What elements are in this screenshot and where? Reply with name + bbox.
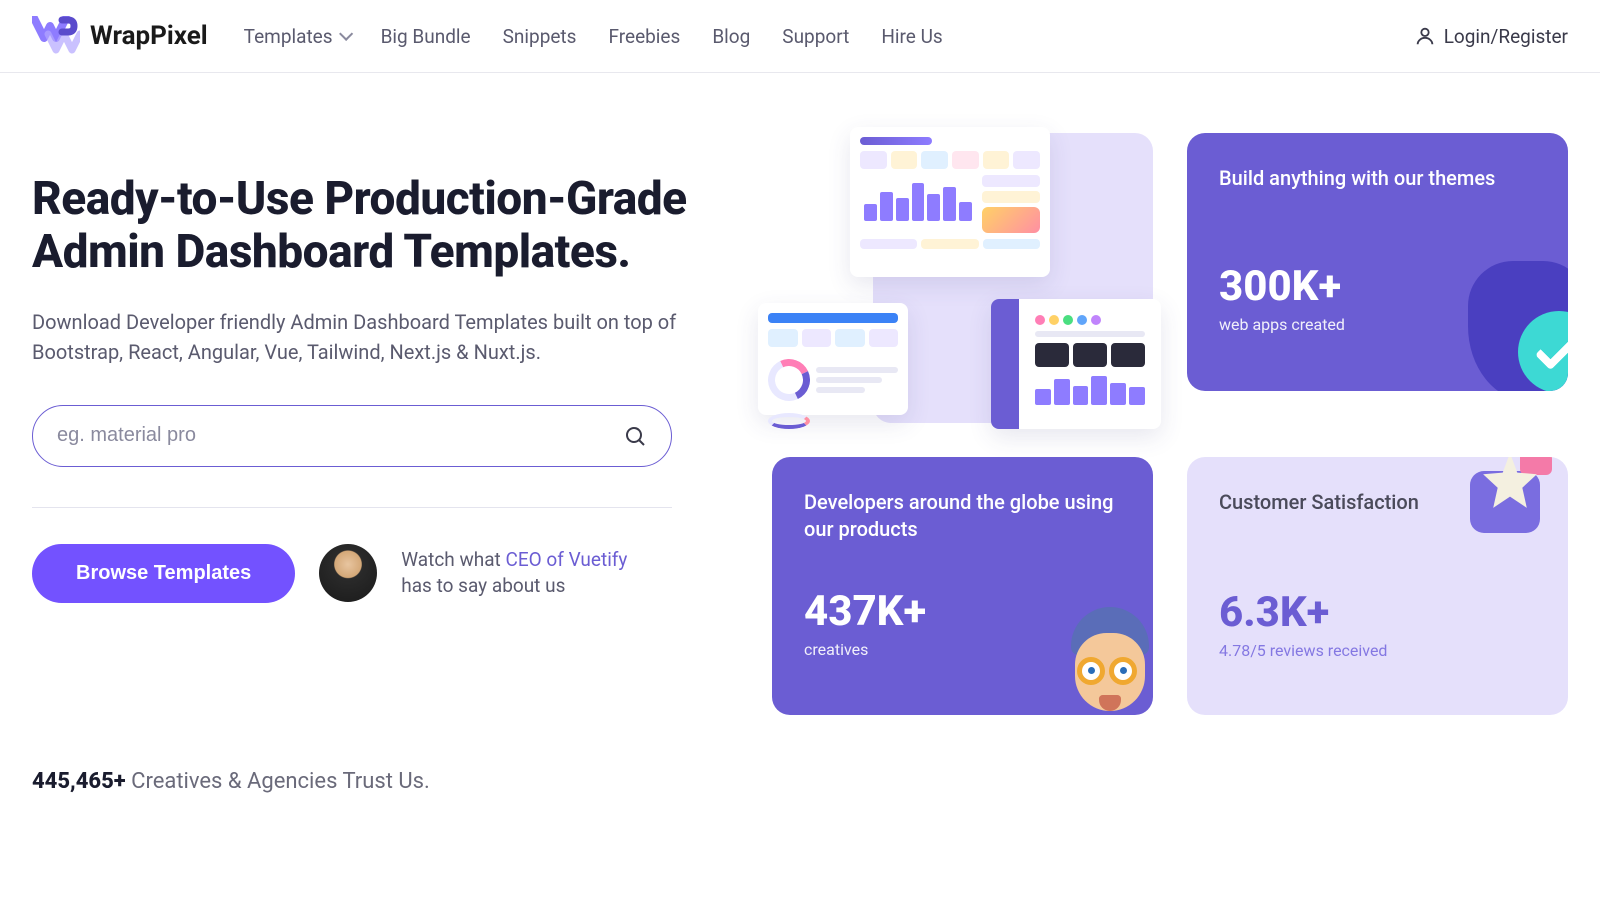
hero-section: Ready-to-Use Production-Grade Admin Dash…: [0, 73, 1600, 745]
dashboard-mockup-illustration: [772, 133, 1153, 423]
nav-hire-us[interactable]: Hire Us: [881, 25, 942, 48]
hero-cta-row: Browse Templates Watch what CEO of Vueti…: [32, 544, 732, 603]
search-box[interactable]: [32, 405, 672, 467]
dev-title: Developers around the globe using our pr…: [804, 489, 1121, 543]
nav-big-bundle[interactable]: Big Bundle: [381, 25, 471, 48]
trust-count: 445,465+: [32, 769, 126, 794]
brand-logo-icon: [32, 16, 80, 56]
nav-support[interactable]: Support: [782, 25, 849, 48]
header-left: WrapPixel Templates Big Bundle Snippets …: [32, 16, 943, 56]
shield-check-icon: [1468, 261, 1568, 391]
ceo-link: CEO of Vuetify: [505, 548, 627, 571]
main-nav: Templates Big Bundle Snippets Freebies B…: [244, 25, 943, 48]
search-icon: [623, 424, 647, 448]
mockup-window-1: [850, 127, 1050, 277]
login-register-link[interactable]: Login/Register: [1414, 25, 1568, 48]
brand-name: WrapPixel: [90, 21, 208, 51]
main-header: WrapPixel Templates Big Bundle Snippets …: [0, 0, 1600, 73]
ceo-prefix: Watch what: [401, 548, 505, 571]
brand-logo[interactable]: WrapPixel: [32, 16, 208, 56]
sat-number: 6.3K+: [1219, 588, 1536, 637]
nav-templates[interactable]: Templates: [244, 25, 349, 48]
hero-divider: [32, 507, 672, 508]
hero-right-grid: Build anything with our themes 300K+ web…: [772, 133, 1568, 715]
stat-card-developers: Developers around the globe using our pr…: [772, 457, 1153, 715]
hero-title: Ready-to-Use Production-Grade Admin Dash…: [32, 173, 732, 279]
stat-card-satisfaction: Customer Satisfaction 6.3K+ 4.78/5 revie…: [1187, 457, 1568, 715]
star-icon: [1460, 457, 1556, 543]
mockup-window-3: [991, 299, 1161, 429]
hero-left: Ready-to-Use Production-Grade Admin Dash…: [32, 133, 732, 715]
ceo-avatar[interactable]: [319, 544, 377, 602]
nav-blog[interactable]: Blog: [712, 25, 750, 48]
stat-card-build: Build anything with our themes 300K+ web…: [1187, 133, 1568, 391]
browse-templates-button[interactable]: Browse Templates: [32, 544, 295, 603]
nav-freebies[interactable]: Freebies: [608, 25, 680, 48]
mockup-window-2: [758, 303, 908, 415]
face-icon: [1049, 607, 1153, 715]
ceo-suffix: has to say about us: [401, 574, 565, 597]
login-text: Login/Register: [1444, 25, 1568, 48]
nav-templates-label: Templates: [244, 25, 333, 48]
trust-text: Creatives & Agencies Trust Us.: [126, 769, 430, 794]
build-title: Build anything with our themes: [1219, 165, 1536, 192]
trust-line: 445,465+ Creatives & Agencies Trust Us.: [0, 745, 1600, 834]
search-input[interactable]: [57, 424, 623, 447]
ceo-quote[interactable]: Watch what CEO of Vuetify has to say abo…: [401, 547, 661, 600]
hero-description: Download Developer friendly Admin Dashbo…: [32, 307, 732, 367]
user-icon: [1414, 25, 1436, 47]
sat-sub: 4.78/5 reviews received: [1219, 641, 1536, 660]
nav-snippets[interactable]: Snippets: [503, 25, 577, 48]
